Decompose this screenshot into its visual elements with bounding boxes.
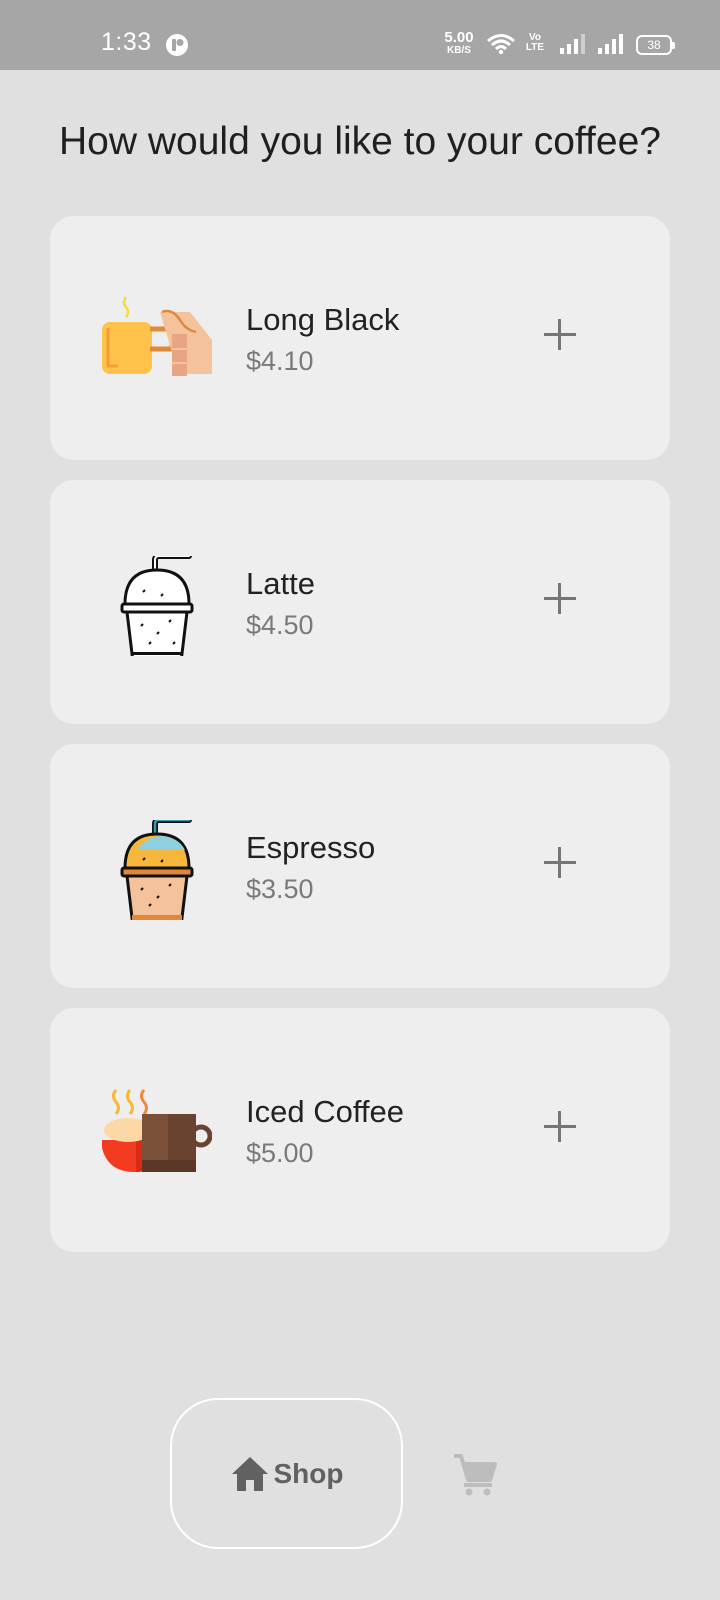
- product-price: $4.10: [246, 346, 314, 376]
- product-price: $4.50: [246, 610, 314, 640]
- page-title: How would you like to your coffee?: [59, 120, 661, 163]
- signal-strength-2-icon: [598, 34, 623, 54]
- product-card: Latte $4.50: [50, 480, 670, 724]
- status-time: 1:33: [101, 28, 152, 56]
- product-name: Iced Coffee: [246, 1094, 404, 1129]
- network-speed-value: 5.00: [444, 29, 474, 46]
- network-speed-unit: KB/S: [447, 45, 471, 56]
- status-bar: 1:33 5.00 KB/S Vo LTE 38: [0, 0, 720, 70]
- product-card: Iced Coffee $5.00: [50, 1008, 670, 1252]
- product-price: $5.00: [246, 1138, 314, 1168]
- volte-icon: Vo LTE: [523, 33, 547, 53]
- product-card: Long Black $4.10: [50, 216, 670, 460]
- product-name: Espresso: [246, 830, 376, 865]
- add-to-cart-button[interactable]: [540, 578, 580, 618]
- hot-mug-steam-icon: [102, 1089, 212, 1172]
- nav-tab-shop[interactable]: Shop: [170, 1398, 403, 1549]
- signal-strength-1-icon: [560, 34, 585, 54]
- volte-bottom: LTE: [525, 42, 545, 53]
- takeaway-cup-outline-icon: [120, 556, 194, 656]
- add-to-cart-button[interactable]: [540, 314, 580, 354]
- network-speed: 5.00 KB/S: [441, 30, 477, 56]
- battery-icon: 38: [636, 35, 675, 55]
- notification-app-icon: [166, 34, 188, 56]
- home-icon: [231, 1456, 268, 1491]
- coffee-cup-hand-icon: [102, 296, 212, 376]
- cart-icon[interactable]: [452, 1452, 498, 1496]
- takeaway-cup-color-icon: [120, 820, 194, 920]
- wifi-icon: [487, 34, 515, 55]
- product-card: Espresso $3.50: [50, 744, 670, 988]
- bottom-navigation: Shop: [0, 1390, 720, 1560]
- add-to-cart-button[interactable]: [540, 1106, 580, 1146]
- product-price: $3.50: [246, 874, 314, 904]
- product-name: Long Black: [246, 302, 400, 337]
- nav-tab-shop-label: Shop: [273, 1457, 344, 1489]
- product-name: Latte: [246, 566, 315, 601]
- add-to-cart-button[interactable]: [540, 842, 580, 882]
